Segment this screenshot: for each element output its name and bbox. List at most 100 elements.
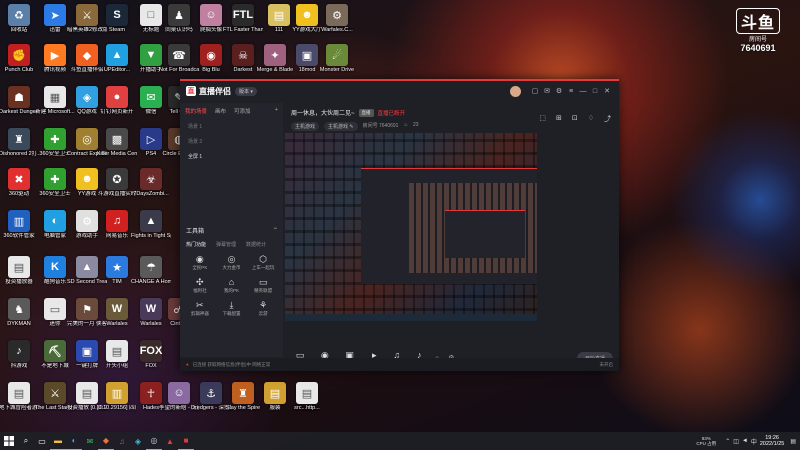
room-title[interactable]: 周一休息，大伙周二见~ (291, 108, 355, 117)
stream-preview[interactable] (285, 133, 537, 321)
tool-label: 云游 (258, 311, 268, 316)
desktop-icon-label: 7DaysZombi... (133, 191, 169, 197)
tool-item[interactable]: ⌂ 我的PK (216, 277, 248, 294)
tab-canvas[interactable]: 画布 (215, 107, 226, 115)
desktop-icon[interactable]: ✊ Punch Club (2, 44, 36, 74)
tab-hot-features[interactable]: 热门功能 (186, 241, 206, 248)
search-icon[interactable]: ⌕ (18, 432, 34, 450)
desktop-icon[interactable]: ♞ DYKMAN (2, 298, 36, 328)
scene-item-active[interactable]: 全屏 1 (180, 149, 283, 164)
desktop-icon[interactable]: S Steam (100, 4, 134, 34)
lock-icon[interactable]: ⊡ (572, 114, 578, 124)
tool-item[interactable]: ▭ 精英联盟 (247, 277, 279, 294)
live-status: 直播已断开 (377, 110, 406, 117)
browser-icon[interactable]: ◐ (66, 432, 82, 450)
desktop-icon-image: ⚓ (200, 382, 222, 404)
menu-icon[interactable]: ≡ (565, 88, 577, 95)
desktop-icon-image: ✦ (264, 44, 286, 66)
desktop-icon-image: ☣ (140, 168, 162, 190)
tool-item[interactable]: ⚘ 云游 (247, 300, 279, 317)
game-icon[interactable]: ◈ (130, 432, 146, 450)
tool-item[interactable]: ⬡ 上车一起玩 (247, 254, 279, 271)
settings-icon[interactable]: ⚙ (553, 87, 565, 95)
desktop-icon-image: ▲ (76, 256, 98, 278)
tab-stats[interactable]: 数据统计 (246, 241, 266, 248)
steam-icon[interactable]: ◎ (146, 432, 162, 450)
toolbox-toggle-icon[interactable]: − (273, 226, 277, 235)
desktop-icon[interactable]: FOX FOX (134, 340, 168, 370)
desktop-icon[interactable]: ▤ 开头小组 (100, 340, 134, 370)
subcategory-tag[interactable]: 主机游戏 ✎ (324, 122, 358, 131)
app-icon[interactable]: ■ (178, 432, 194, 450)
volume-icon[interactable]: ◄ (742, 438, 748, 444)
douyu-icon[interactable]: ◆ (98, 432, 114, 450)
task-view-icon[interactable]: ▭ (34, 432, 50, 450)
desktop-icon[interactable]: ♪ 抖游戏 (2, 340, 36, 370)
version-dropdown[interactable]: 版本 ▾ (235, 86, 257, 96)
desktop-icon[interactable]: ♻ 回收站 (2, 4, 36, 34)
desktop-icon[interactable]: ✖ 360驱动 (2, 168, 36, 198)
scene-item[interactable]: 场景 2 (180, 134, 283, 149)
language-indicator[interactable]: 中 (751, 437, 757, 446)
desktop-icon-label: Warfales.C... (321, 27, 353, 33)
music-icon[interactable]: ♫ (114, 432, 130, 450)
bell-icon[interactable]: ♢ (588, 114, 594, 124)
tool-item[interactable]: ✂ 剪辑神器 (184, 300, 216, 317)
user-avatar[interactable] (510, 85, 521, 97)
desktop-icon[interactable]: ☗Darkest Dungeon® (0, 86, 39, 116)
tab-danmaku[interactable]: 弹幕管理 (216, 241, 236, 248)
gift-icon[interactable]: ⊞ (556, 114, 562, 124)
desktop-icon[interactable]: ✪ 斗游戏直播实时 (98, 168, 136, 198)
start-button[interactable] (0, 432, 18, 450)
tool-icon[interactable]: ▲ (162, 432, 178, 450)
tab-my-scenes[interactable]: 我的场景 (185, 107, 207, 115)
message-icon[interactable]: ✉ (541, 87, 553, 95)
desktop-icon[interactable]: ♜Dishonored 2打工篇 (0, 128, 39, 158)
live-companion-window: 直 直播伴侣 版本 ▾ ▢ ✉ ⚙ ≡ — □ ✕ 我的场景 画布 可添加 + … (180, 79, 619, 371)
maximize-icon[interactable]: □ (589, 88, 601, 95)
desktop-icon[interactable]: ☣ 7DaysZombi... (133, 168, 169, 198)
tool-item[interactable]: ◎ 大力金币 (216, 254, 248, 271)
share-icon[interactable]: ⤴ (604, 114, 611, 124)
desktop-icon[interactable]: ♫ 网易音乐 (100, 210, 134, 240)
desktop-icon[interactable]: ▩Killer Media Central 4 (97, 128, 137, 158)
desktop-icon[interactable]: ▥[0.10.29156] 四川的了 (97, 382, 137, 412)
file-explorer-icon[interactable]: ▬ (50, 432, 66, 450)
tool-item[interactable]: ⤓ 下载配置 (216, 300, 248, 317)
desktop-icon-label: FTL Faster Than Light (223, 27, 263, 33)
wechat-icon[interactable]: ✉ (82, 432, 98, 450)
desktop-icon-label: 投资播放器 (5, 279, 33, 285)
desktop-icon[interactable]: ▲Fights in Tight Spaces (131, 210, 171, 240)
category-tag[interactable]: 主机游戏 (291, 122, 320, 131)
tool-tabs: 热门功能 弹幕管理 数据统计 (180, 239, 283, 250)
network-tray-icon[interactable]: ◫ (733, 438, 739, 445)
status-right: 未开启 (599, 361, 614, 367)
toolbox-header: 工具箱 − (180, 222, 283, 239)
desktop-icon[interactable]: ● 钉钉网页新开 (100, 86, 134, 116)
desktop-icon[interactable]: W Warlales (100, 298, 134, 328)
clock[interactable]: 19:26 2022/1/25 (760, 435, 784, 448)
desktop-icon[interactable]: ▲ UPEditor... (100, 44, 134, 74)
desktop-icon[interactable]: ▤ src...http... (290, 382, 324, 412)
skin-icon[interactable]: ▢ (529, 87, 541, 95)
desktop-icon[interactable]: ★ TIM (100, 256, 134, 286)
desktop-icon[interactable]: ☂CHANGE A Homeless... (131, 256, 171, 286)
share-room-icon[interactable]: ⬚ (539, 114, 546, 124)
desktop-icon[interactable]: ☄ Monster Drive (320, 44, 354, 74)
cpu-label: CPU 占用 (696, 441, 717, 446)
close-icon[interactable]: ✕ (601, 87, 613, 95)
tool-item[interactable]: ◉ 全民PK (184, 254, 216, 271)
tool-item[interactable]: ✣ 福利社 (184, 277, 216, 294)
add-scene-icon[interactable]: + (275, 107, 278, 115)
chevron-up-icon[interactable]: ⌃ (725, 438, 730, 445)
desktop-icon[interactable]: ▤地下城冒险者游戏 (0, 382, 39, 412)
desktop-icon[interactable]: ⚙ Warfales.C... (320, 4, 354, 34)
tab-addable[interactable]: 可添加 (234, 107, 251, 115)
desktop-icon-image: ✚ (44, 168, 66, 190)
desktop-icon[interactable]: ▤ 投资播放器 (2, 256, 36, 286)
scene-item[interactable]: 场景 1 (180, 119, 283, 134)
notification-icon[interactable]: ▤ (790, 438, 796, 445)
desktop-icon[interactable]: FTLFTL Faster Than Light (223, 4, 263, 34)
desktop-icon[interactable]: ▥ 360软件管家 (2, 210, 36, 240)
minimize-icon[interactable]: — (577, 88, 589, 95)
